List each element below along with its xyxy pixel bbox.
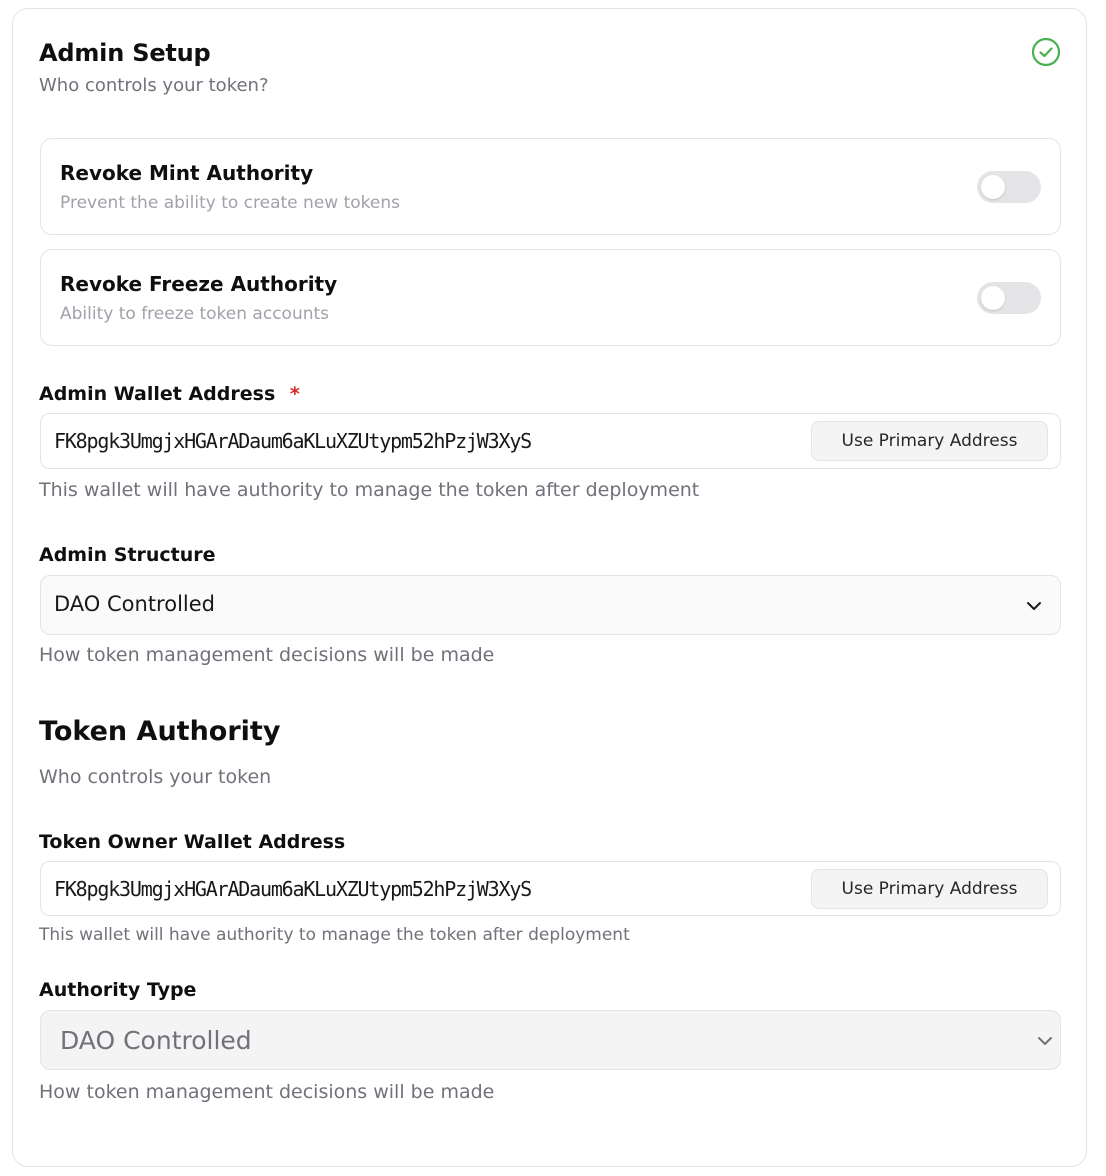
token-owner-use-primary-address-button[interactable]: Use Primary Address — [811, 869, 1048, 909]
admin-use-primary-address-button[interactable]: Use Primary Address — [811, 421, 1048, 461]
admin-setup-card: Admin Setup Who controls your token? Rev… — [12, 8, 1087, 1167]
token-owner-wallet-value: FK8pgk3UmgjxHGArADaum6aKLuXZUtypm52hPzjW… — [54, 877, 532, 901]
admin-structure-selected: DAO Controlled — [54, 592, 215, 616]
token-owner-wallet-input[interactable]: FK8pgk3UmgjxHGArADaum6aKLuXZUtypm52hPzjW… — [40, 861, 1061, 916]
revoke-freeze-authority-card: Revoke Freeze Authority Ability to freez… — [40, 249, 1061, 346]
toggle-knob — [981, 175, 1005, 199]
admin-setup-subtitle: Who controls your token? — [39, 75, 269, 96]
revoke-freeze-authority-title: Revoke Freeze Authority — [60, 272, 338, 296]
admin-structure-help: How token management decisions will be m… — [39, 644, 495, 666]
required-indicator: * — [289, 383, 300, 405]
chevron-down-icon — [1027, 602, 1041, 610]
chevron-down-icon — [1038, 1037, 1052, 1045]
admin-setup-title: Admin Setup — [39, 39, 211, 67]
revoke-mint-authority-card: Revoke Mint Authority Prevent the abilit… — [40, 138, 1061, 235]
toggle-knob — [981, 286, 1005, 310]
admin-wallet-value: FK8pgk3UmgjxHGArADaum6aKLuXZUtypm52hPzjW… — [54, 429, 532, 453]
revoke-mint-authority-title: Revoke Mint Authority — [60, 161, 314, 185]
authority-type-selected: DAO Controlled — [60, 1026, 252, 1055]
revoke-freeze-authority-toggle[interactable] — [977, 282, 1041, 314]
revoke-freeze-authority-description: Ability to freeze token accounts — [60, 304, 330, 324]
revoke-mint-authority-description: Prevent the ability to create new tokens — [60, 193, 400, 213]
admin-structure-select[interactable]: DAO Controlled — [40, 575, 1061, 635]
token-owner-wallet-help: This wallet will have authority to manag… — [39, 925, 630, 945]
token-authority-subtitle: Who controls your token — [39, 766, 272, 788]
authority-type-help: How token management decisions will be m… — [39, 1081, 495, 1103]
token-authority-title: Token Authority — [39, 716, 281, 747]
check-circle-icon — [1031, 37, 1061, 67]
admin-wallet-help: This wallet will have authority to manag… — [39, 479, 700, 501]
revoke-mint-authority-toggle[interactable] — [977, 171, 1041, 203]
authority-type-label: Authority Type — [39, 979, 197, 1001]
token-owner-wallet-label: Token Owner Wallet Address — [39, 831, 346, 853]
admin-structure-label: Admin Structure — [39, 544, 216, 566]
admin-wallet-label: Admin Wallet Address * — [39, 383, 300, 405]
authority-type-select[interactable]: DAO Controlled — [40, 1010, 1061, 1070]
admin-wallet-label-text: Admin Wallet Address — [39, 383, 276, 405]
admin-wallet-input[interactable]: FK8pgk3UmgjxHGArADaum6aKLuXZUtypm52hPzjW… — [40, 413, 1061, 469]
